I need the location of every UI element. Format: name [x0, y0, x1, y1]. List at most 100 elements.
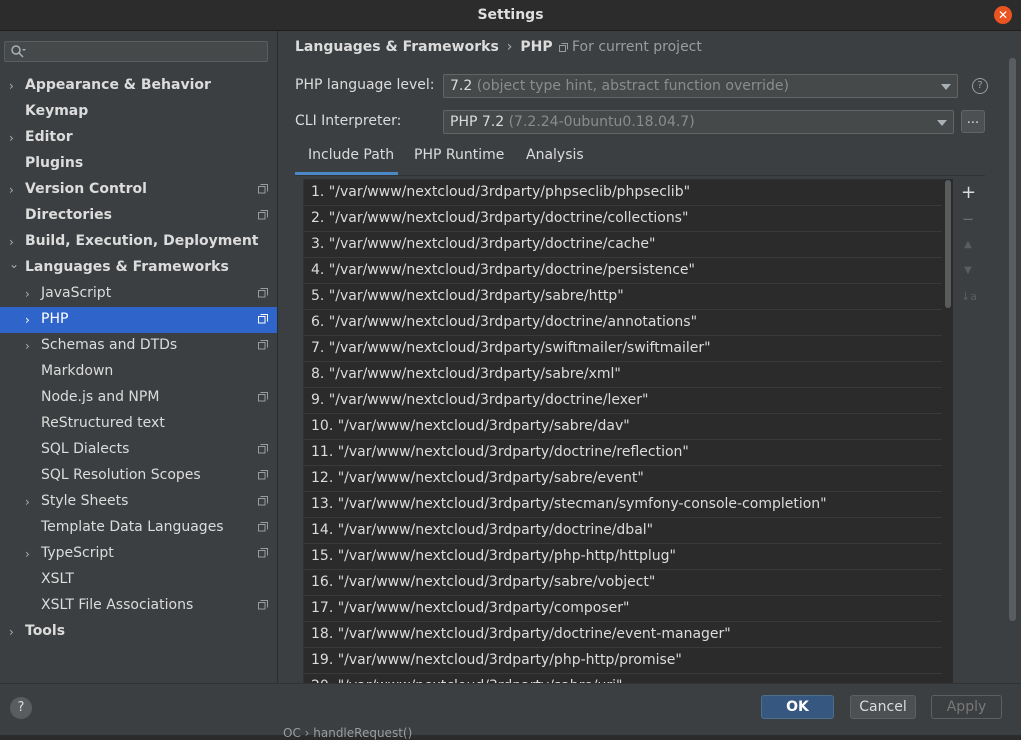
sidebar-item-label: Directories — [25, 207, 112, 223]
include-path-row[interactable]: 17. "/var/www/nextcloud/3rdparty/compose… — [304, 596, 942, 622]
breadcrumb-current: PHP — [520, 39, 553, 55]
tab-php-runtime[interactable]: PHP Runtime — [414, 147, 504, 163]
cancel-button[interactable]: Cancel — [850, 695, 916, 719]
sidebar-item-directories[interactable]: Directories — [0, 203, 277, 229]
project-scope-icon — [258, 548, 268, 558]
sidebar-item-typescript[interactable]: › TypeScript — [0, 541, 277, 567]
close-icon[interactable]: ✕ — [994, 6, 1012, 24]
sidebar-item-label: Markdown — [41, 363, 114, 379]
chevron-right-icon[interactable]: › — [25, 495, 35, 509]
sidebar-item-label: PHP — [41, 311, 69, 327]
include-path-row[interactable]: 19. "/var/www/nextcloud/3rdparty/php-htt… — [304, 648, 942, 674]
include-path-row[interactable]: 14. "/var/www/nextcloud/3rdparty/doctrin… — [304, 518, 942, 544]
include-path-row[interactable]: 8. "/var/www/nextcloud/3rdparty/sabre/xm… — [304, 362, 942, 388]
sidebar-item-label: TypeScript — [41, 545, 114, 561]
chevron-right-icon[interactable]: › — [25, 287, 35, 301]
breadcrumb-parent[interactable]: Languages & Frameworks — [295, 39, 499, 55]
chevron-down-icon[interactable]: ⌄ — [9, 257, 19, 271]
include-path-row[interactable]: 10. "/var/www/nextcloud/3rdparty/sabre/d… — [304, 414, 942, 440]
chevron-right-icon[interactable]: › — [9, 79, 19, 93]
sidebar-item-node-js-and-npm[interactable]: Node.js and NPM — [0, 385, 277, 411]
php-language-level-label: PHP language level: — [295, 77, 435, 93]
ok-button[interactable]: OK — [761, 695, 834, 719]
include-path-row[interactable]: 7. "/var/www/nextcloud/3rdparty/swiftmai… — [304, 336, 942, 362]
sidebar-item-style-sheets[interactable]: › Style Sheets — [0, 489, 277, 515]
include-path-list[interactable]: 1. "/var/www/nextcloud/3rdparty/phpsecli… — [303, 179, 945, 685]
search-icon — [11, 45, 26, 58]
sidebar-item-languages-frameworks[interactable]: ⌄ Languages & Frameworks — [0, 255, 277, 281]
panel-scrollbar-thumb[interactable] — [1009, 58, 1016, 621]
move-down-icon[interactable]: ▼ — [961, 264, 975, 278]
settings-search-input[interactable] — [4, 41, 268, 62]
include-path-row[interactable]: 9. "/var/www/nextcloud/3rdparty/doctrine… — [304, 388, 942, 414]
sidebar-item-sql-dialects[interactable]: SQL Dialects — [0, 437, 277, 463]
tab-include-path[interactable]: Include Path — [308, 147, 394, 163]
project-scope-icon — [258, 314, 268, 324]
sidebar-item-xslt-file-associations[interactable]: XSLT File Associations — [0, 593, 277, 619]
chevron-right-icon[interactable]: › — [9, 183, 19, 197]
chevron-right-icon[interactable]: › — [9, 625, 19, 639]
include-path-row[interactable]: 18. "/var/www/nextcloud/3rdparty/doctrin… — [304, 622, 942, 648]
include-path-row[interactable]: 3. "/var/www/nextcloud/3rdparty/doctrine… — [304, 232, 942, 258]
cli-interpreter-select[interactable]: PHP 7.2 (7.2.24-0ubuntu0.18.04.7) — [443, 110, 954, 134]
include-path-row[interactable]: 4. "/var/www/nextcloud/3rdparty/doctrine… — [304, 258, 942, 284]
tab-analysis[interactable]: Analysis — [526, 147, 584, 163]
sidebar-item-tools[interactable]: › Tools — [0, 619, 277, 645]
sidebar-item-build-execution-deployment[interactable]: › Build, Execution, Deployment — [0, 229, 277, 255]
include-path-row[interactable]: 12. "/var/www/nextcloud/3rdparty/sabre/e… — [304, 466, 942, 492]
sidebar-item-label: Keymap — [25, 103, 89, 119]
window-title: Settings — [477, 7, 544, 23]
include-path-row[interactable]: 13. "/var/www/nextcloud/3rdparty/stecman… — [304, 492, 942, 518]
include-path-row[interactable]: 1. "/var/www/nextcloud/3rdparty/phpsecli… — [304, 180, 942, 206]
apply-button[interactable]: Apply — [931, 695, 1002, 719]
breadcrumb: Languages & Frameworks › PHP For current p… — [295, 39, 702, 55]
sidebar-item-markdown[interactable]: Markdown — [0, 359, 277, 385]
chevron-down-icon — [941, 84, 951, 90]
chevron-right-icon[interactable]: › — [25, 339, 35, 353]
sidebar-item-label: ReStructured text — [41, 415, 165, 431]
active-tab-indicator — [295, 172, 398, 175]
chevron-down-icon — [937, 120, 947, 126]
tabs-divider — [295, 175, 985, 176]
project-scope-icon — [258, 210, 268, 220]
chevron-right-icon[interactable]: › — [9, 235, 19, 249]
sidebar-item-restructured-text[interactable]: ReStructured text — [0, 411, 277, 437]
php-language-level-select[interactable]: 7.2 (object type hint, abstract function… — [443, 74, 958, 98]
sidebar-item-label: Node.js and NPM — [41, 389, 160, 405]
list-scrollbar-thumb[interactable] — [945, 180, 951, 308]
sidebar-item-javascript[interactable]: › JavaScript — [0, 281, 277, 307]
browse-interpreter-button[interactable]: ... — [961, 110, 985, 133]
sidebar-item-php[interactable]: › PHP — [0, 307, 277, 333]
sidebar-item-label: Build, Execution, Deployment — [25, 233, 259, 249]
sidebar-item-template-data-languages[interactable]: Template Data Languages — [0, 515, 277, 541]
sidebar-item-plugins[interactable]: Plugins — [0, 151, 277, 177]
sidebar-item-appearance-behavior[interactable]: › Appearance & Behavior — [0, 73, 277, 99]
sidebar-item-version-control[interactable]: › Version Control — [0, 177, 277, 203]
chevron-right-icon[interactable]: › — [25, 547, 35, 561]
move-up-icon[interactable]: ▲ — [961, 238, 975, 252]
sidebar-item-keymap[interactable]: Keymap — [0, 99, 277, 125]
include-path-row[interactable]: 11. "/var/www/nextcloud/3rdparty/doctrin… — [304, 440, 942, 466]
add-path-icon[interactable]: + — [961, 184, 976, 202]
include-path-row[interactable]: 15. "/var/www/nextcloud/3rdparty/php-htt… — [304, 544, 942, 570]
sidebar-item-schemas-and-dtds[interactable]: › Schemas and DTDs — [0, 333, 277, 359]
help-button[interactable]: ? — [10, 697, 32, 719]
include-path-row[interactable]: 2. "/var/www/nextcloud/3rdparty/doctrine… — [304, 206, 942, 232]
cli-value: PHP 7.2 — [450, 114, 505, 130]
chevron-right-icon[interactable]: › — [25, 313, 35, 327]
chevron-right-icon[interactable]: › — [9, 131, 19, 145]
sidebar-item-editor[interactable]: › Editor — [0, 125, 277, 151]
settings-sidebar: › Appearance & Behavior Keymap › Editor Plugi… — [0, 31, 278, 683]
include-path-row[interactable]: 5. "/var/www/nextcloud/3rdparty/sabre/ht… — [304, 284, 942, 310]
sidebar-item-label: Plugins — [25, 155, 84, 171]
title-bar: Settings ✕ — [0, 0, 1021, 31]
sidebar-item-xslt[interactable]: XSLT — [0, 567, 277, 593]
sidebar-item-sql-resolution-scopes[interactable]: SQL Resolution Scopes — [0, 463, 277, 489]
help-icon[interactable]: ? — [972, 78, 988, 94]
include-path-row[interactable]: 16. "/var/www/nextcloud/3rdparty/sabre/v… — [304, 570, 942, 596]
sidebar-item-label: Languages & Frameworks — [25, 259, 229, 275]
remove-path-icon[interactable]: − — [961, 212, 975, 227]
include-path-row[interactable]: 6. "/var/www/nextcloud/3rdparty/doctrine… — [304, 310, 942, 336]
dialog-footer: ? OK Cancel Apply — [0, 683, 1021, 735]
sort-icon[interactable]: ↓a — [961, 290, 977, 304]
